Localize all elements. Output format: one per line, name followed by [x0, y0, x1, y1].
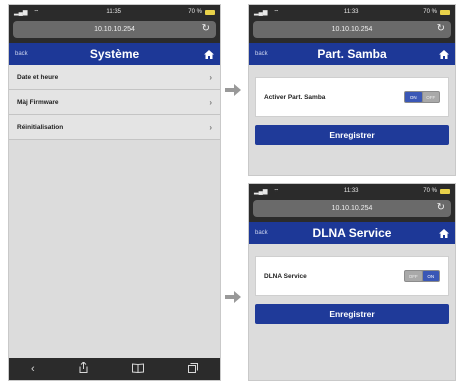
chevron-right-icon: ›: [209, 72, 212, 82]
status-time: 11:33: [343, 188, 359, 194]
reload-icon[interactable]: ↻: [202, 23, 210, 35]
toggle-off-segment[interactable]: OFF: [405, 271, 422, 281]
wifi-icon: ⌔: [33, 10, 40, 16]
status-battery-text: 70 %: [188, 9, 202, 15]
samba-toggle[interactable]: ON OFF: [404, 91, 440, 103]
browser-url-bar: 10.10.10.254 ↻: [249, 198, 455, 222]
battery-icon: [439, 9, 450, 15]
url-text: 10.10.10.254: [94, 25, 135, 33]
phone-systeme: ▂▄▆ ⌔ 11:35 70 % 10.10.10.254 ↻ back Sys…: [8, 4, 221, 381]
browser-url-bar: 10.10.10.254 ↻: [9, 19, 220, 43]
save-button[interactable]: Enregistrer: [255, 125, 449, 145]
wifi-icon: ⌔: [273, 189, 280, 195]
browser-toolbar: ‹: [9, 358, 220, 380]
home-icon[interactable]: [184, 49, 214, 59]
wifi-icon: ⌔: [273, 10, 280, 16]
reload-icon[interactable]: ↻: [437, 202, 445, 214]
status-battery-text: 70 %: [423, 188, 437, 194]
phone-part-samba: ▂▄▆ ⌔ 11:33 70 % 10.10.10.254 ↻ back Par…: [248, 4, 456, 176]
bookmarks-icon[interactable]: [131, 362, 144, 376]
toggle-on-segment[interactable]: ON: [422, 271, 439, 281]
signal-icon: ▂▄▆: [14, 9, 28, 16]
battery-icon: [204, 9, 215, 15]
home-icon[interactable]: [419, 49, 449, 59]
app-navbar: back Part. Samba: [249, 43, 455, 65]
reload-icon[interactable]: ↻: [437, 23, 445, 35]
menu-item-date-heure[interactable]: Date et heure ›: [9, 65, 220, 90]
chevron-right-icon: ›: [209, 97, 212, 107]
samba-setting-card: Activer Part. Samba ON OFF: [255, 77, 449, 117]
chevron-right-icon: ›: [209, 122, 212, 132]
dlna-setting-card: DLNA Service OFF ON: [255, 256, 449, 296]
samba-setting-label: Activer Part. Samba: [264, 93, 326, 101]
status-time: 11:35: [106, 9, 121, 15]
menu-item-reinitialisation[interactable]: Réinitialisation ›: [9, 115, 220, 140]
menu-item-maj-firmware[interactable]: Màj Firmware ›: [9, 90, 220, 115]
status-bar: ▂▄▆ ⌔ 11:33 70 %: [249, 184, 455, 198]
app-navbar: back DLNA Service: [249, 222, 455, 244]
save-button[interactable]: Enregistrer: [255, 304, 449, 324]
menu-item-label: Réinitialisation: [17, 123, 64, 131]
browser-back-icon[interactable]: ‹: [31, 363, 35, 375]
back-button[interactable]: back: [255, 51, 285, 57]
toggle-on-segment[interactable]: ON: [405, 92, 422, 102]
dlna-toggle[interactable]: OFF ON: [404, 270, 440, 282]
status-bar: ▂▄▆ ⌔ 11:35 70 %: [9, 5, 220, 19]
tabs-icon[interactable]: [187, 362, 198, 376]
status-bar: ▂▄▆ ⌔ 11:33 70 %: [249, 5, 455, 19]
url-text: 10.10.10.254: [331, 25, 373, 33]
page-title: Part. Samba: [317, 47, 387, 61]
share-icon[interactable]: [79, 361, 88, 376]
page-title: Système: [89, 47, 140, 61]
page-title: DLNA Service: [312, 226, 392, 240]
url-field[interactable]: 10.10.10.254 ↻: [253, 199, 451, 217]
url-field[interactable]: 10.10.10.254 ↻: [13, 20, 216, 38]
url-field[interactable]: 10.10.10.254 ↻: [253, 20, 451, 38]
menu-item-label: Date et heure: [17, 73, 59, 81]
home-icon[interactable]: [419, 228, 449, 238]
toggle-off-segment[interactable]: OFF: [422, 92, 439, 102]
flow-arrow-icon: [225, 291, 241, 303]
browser-url-bar: 10.10.10.254 ↻: [249, 19, 455, 43]
url-text: 10.10.10.254: [331, 204, 373, 212]
status-time: 11:33: [343, 9, 359, 15]
signal-icon: ▂▄▆: [254, 9, 268, 16]
phone-dlna-service: ▂▄▆ ⌔ 11:33 70 % 10.10.10.254 ↻ back DLN…: [248, 183, 456, 381]
back-button[interactable]: back: [15, 51, 45, 57]
flow-arrow-icon: [225, 84, 241, 96]
signal-icon: ▂▄▆: [254, 188, 268, 195]
dlna-setting-label: DLNA Service: [264, 272, 307, 280]
app-navbar: back Système: [9, 43, 220, 65]
menu-item-label: Màj Firmware: [17, 98, 59, 106]
battery-icon: [439, 188, 450, 194]
back-button[interactable]: back: [255, 230, 285, 236]
status-battery-text: 70 %: [423, 9, 437, 15]
